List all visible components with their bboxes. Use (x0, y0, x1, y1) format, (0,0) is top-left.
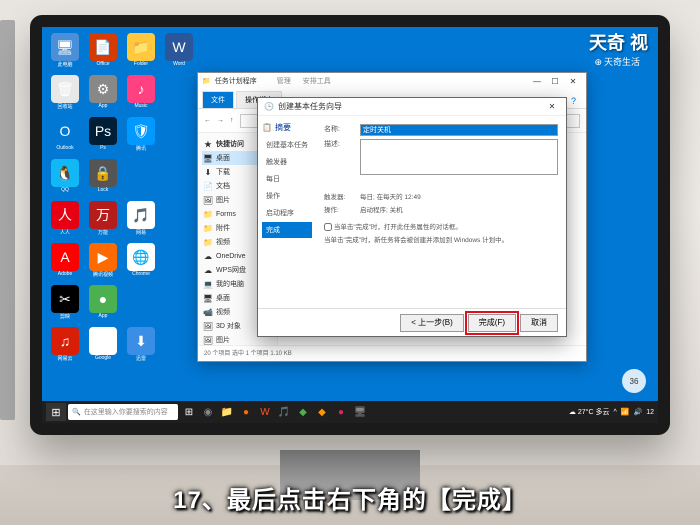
help-icon[interactable]: ? (565, 94, 582, 108)
desktop-icon[interactable] (162, 75, 196, 115)
desktop-icon[interactable] (124, 285, 158, 325)
tray-chevron-icon[interactable]: ^ (613, 409, 616, 416)
taskbar-app[interactable]: ● (237, 403, 255, 421)
taskbar-app[interactable]: 🎵 (275, 403, 293, 421)
taskbar-app[interactable]: 📁 (218, 403, 236, 421)
monitor-frame: 天奇 视 天奇生活 🖥此电脑📄Office📁FolderWWord 🗑回收站⚙Ap… (30, 15, 670, 435)
nav-up-icon[interactable]: ↑ (230, 117, 234, 124)
wizard-titlebar[interactable]: 🕒 创建基本任务向导 ✕ (258, 98, 566, 116)
nav-back-icon[interactable]: ← (204, 117, 211, 124)
desktop-icon[interactable] (162, 285, 196, 325)
desktop-icon[interactable] (162, 201, 196, 241)
desktop-icon[interactable]: 📁Folder (124, 33, 158, 73)
ribbon-tab-file[interactable]: 文件 (202, 91, 234, 108)
watermark: 天奇 视 (589, 29, 648, 55)
wizard-step[interactable]: 操作 (262, 188, 312, 204)
desktop-icon[interactable]: ♪Music (124, 75, 158, 115)
nav-fwd-icon[interactable]: → (217, 117, 224, 124)
watermark-sub: 天奇生活 (594, 55, 640, 68)
cancel-button[interactable]: 取消 (520, 314, 558, 332)
name-label: 名称: (324, 124, 354, 136)
back-button[interactable]: < 上一步(B) (400, 314, 464, 332)
taskbar-app[interactable]: ◆ (313, 403, 331, 421)
taskbar: ⊞ 🔍 在这里输入你要搜索的内容 ⊞◉📁●W🎵◆◆●🖥 ☁ 27°C 多云 ^ … (42, 401, 658, 423)
desktop-icon[interactable]: 人人人 (48, 201, 82, 241)
taskbar-app[interactable]: W (256, 403, 274, 421)
tray-volume-icon[interactable]: 🔊 (633, 408, 642, 416)
desktop-icon[interactable]: 🎵网易 (124, 201, 158, 241)
wizard-close-button[interactable]: ✕ (544, 102, 560, 111)
tray-network-icon[interactable]: 📶 (621, 408, 630, 416)
desktop-icon[interactable]: PsPs (86, 117, 120, 157)
desktop-icon[interactable]: ⚙App (86, 75, 120, 115)
desktop-icon[interactable]: ▶腾讯视频 (86, 243, 120, 283)
perf-widget[interactable]: 36 (622, 369, 646, 393)
action-label: 操作: (324, 206, 354, 216)
checkbox-label: 当单击"完成"时，打开此任务属性的对话框。 (334, 224, 462, 231)
wizard-step[interactable]: 触发器 (262, 154, 312, 170)
desktop-icon[interactable]: 🗑回收站 (48, 75, 82, 115)
desktop-icon[interactable]: ✂剪映 (48, 285, 82, 325)
finish-button[interactable]: 完成(F) (468, 314, 516, 332)
tab-manage[interactable]: 管理 (277, 76, 291, 86)
maximize-button[interactable]: ☐ (546, 74, 564, 88)
wizard-hint: 当单击"完成"时，新任务将会被创建并添加到 Windows 计划中。 (324, 236, 558, 246)
wizard-title: 创建基本任务向导 (278, 101, 342, 112)
wizard-step[interactable]: 每日 (262, 171, 312, 187)
tab-tools[interactable]: 安排工具 (303, 76, 331, 86)
desktop-icon[interactable]: GGoogle (86, 327, 120, 367)
wizard-steps-sidebar: 📋摘要 创建基本任务触发器每日操作启动程序完成 (258, 116, 316, 308)
taskbar-app[interactable]: ● (332, 403, 350, 421)
desktop-icon[interactable] (162, 243, 196, 283)
window-title: 任务计划程序 (215, 76, 257, 86)
wizard-main-panel: 名称: 描述: 触发器: 每日; 在每天的 12:49 操作: 启动程序; 关机 当… (316, 116, 566, 308)
wizard-footer: < 上一步(B) 完成(F) 取消 (258, 308, 566, 336)
desktop-icon[interactable]: AAdobe (48, 243, 82, 283)
minimize-button[interactable]: — (528, 74, 546, 88)
weather-widget[interactable]: ☁ 27°C 多云 (569, 407, 610, 417)
desktop-icon[interactable]: ●App (86, 285, 120, 325)
desktop-icon[interactable] (124, 159, 158, 199)
desc-label: 描述: (324, 139, 354, 175)
desktop-icon[interactable]: 万万能 (86, 201, 120, 241)
wizard-step[interactable]: 启动程序 (262, 205, 312, 221)
desktop-screen: 天奇 视 天奇生活 🖥此电脑📄Office📁FolderWWord 🗑回收站⚙Ap… (42, 27, 658, 423)
folder-icon: 📁 (202, 77, 211, 85)
wizard-step[interactable]: 创建基本任务 (262, 137, 312, 153)
desktop-icon[interactable]: 🛡腾讯 (124, 117, 158, 157)
window-titlebar[interactable]: 📁 任务计划程序 管理 安排工具 — ☐ ✕ (198, 73, 586, 89)
name-input[interactable] (360, 124, 558, 136)
desktop-icon[interactable]: OOutlook (48, 117, 82, 157)
taskbar-app[interactable]: 🖥 (351, 403, 369, 421)
desktop-icon[interactable] (162, 117, 196, 157)
action-value: 启动程序; 关机 (360, 206, 403, 216)
clock[interactable]: 12 (646, 409, 654, 416)
status-bar: 20 个项目 选中 1 个项目 1.10 KB (198, 345, 586, 359)
desktop-icon[interactable] (162, 159, 196, 199)
desktop-icon[interactable]: 🔒Lock (86, 159, 120, 199)
desktop-icon[interactable] (200, 33, 234, 73)
desktop-icon[interactable]: ♫网易云 (48, 327, 82, 367)
start-button[interactable]: ⊞ (46, 403, 66, 421)
desktop-icon[interactable]: WWord (162, 33, 196, 73)
task-wizard-dialog: 🕒 创建基本任务向导 ✕ 📋摘要 创建基本任务触发器每日操作启动程序完成 名称:… (257, 97, 567, 337)
taskbar-app[interactable]: ◉ (199, 403, 217, 421)
desktop-icon[interactable]: ⬇迅雷 (124, 327, 158, 367)
wizard-icon: 🕒 (264, 102, 274, 111)
trigger-label: 触发器: (324, 193, 354, 203)
desktop-icon[interactable]: 🐧QQ (48, 159, 82, 199)
taskbar-app[interactable]: ⊞ (180, 403, 198, 421)
trigger-value: 每日; 在每天的 12:49 (360, 193, 421, 203)
open-props-checkbox[interactable] (324, 223, 332, 231)
search-box[interactable]: 🔍 在这里输入你要搜索的内容 (68, 404, 178, 420)
close-button[interactable]: ✕ (564, 74, 582, 88)
wizard-step[interactable]: 完成 (262, 222, 312, 238)
taskbar-app[interactable]: ◆ (294, 403, 312, 421)
wizard-heading-icon: 📋摘要 (262, 122, 312, 133)
desktop-icon[interactable]: 📄Office (86, 33, 120, 73)
desktop-icon[interactable]: 🖥此电脑 (48, 33, 82, 73)
video-caption: 17、最后点击右下角的【完成】 (0, 469, 700, 525)
desc-textarea[interactable] (360, 139, 558, 175)
desktop-icon[interactable]: 🌐Chrome (124, 243, 158, 283)
